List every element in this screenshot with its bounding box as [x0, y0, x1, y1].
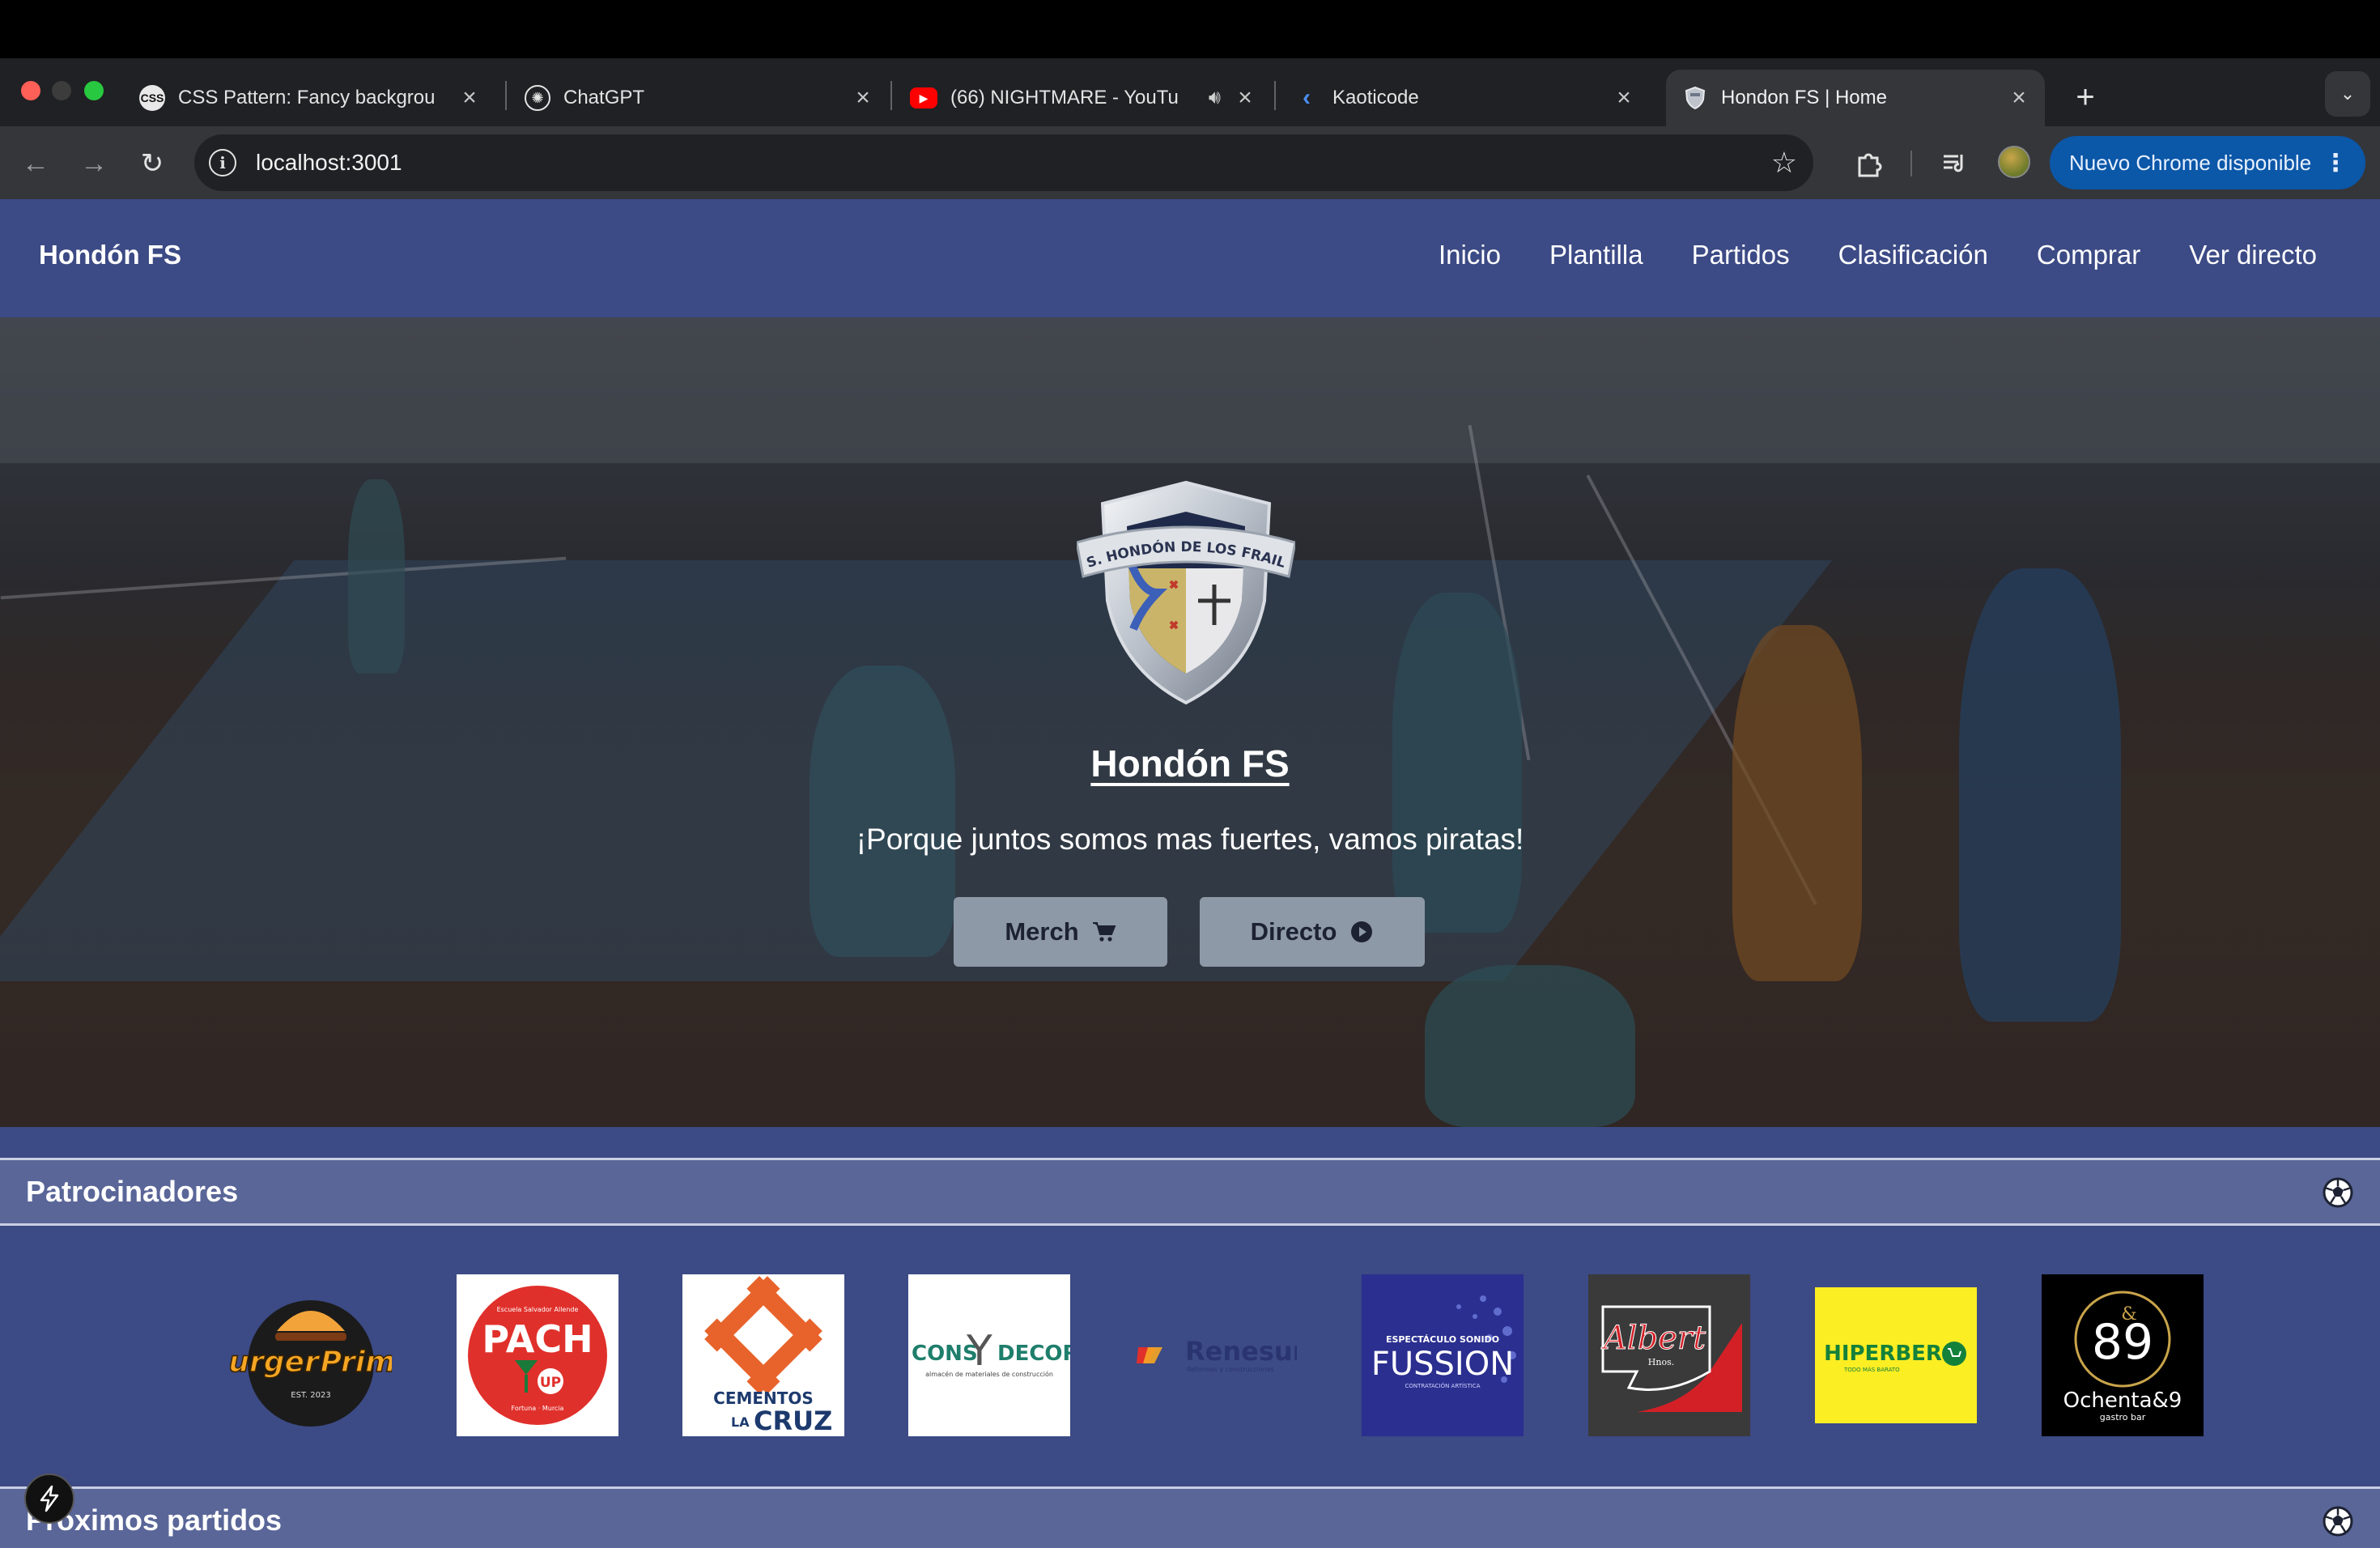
sponsor-cementos-la-cruz-logo[interactable]: CEMENTOS LA CRUZ	[682, 1274, 844, 1436]
matches-header[interactable]: Próximos partidos	[0, 1486, 2380, 1548]
svg-text:EST. 2023: EST. 2023	[291, 1391, 330, 1400]
svg-text:almacén de materiales de const: almacén de materiales de construcción	[925, 1370, 1053, 1378]
svg-text:gastro bar: gastro bar	[2100, 1412, 2146, 1423]
tab-separator	[890, 81, 892, 110]
svg-text:TODO MÁS BARATO: TODO MÁS BARATO	[1843, 1366, 1900, 1373]
tab-separator	[505, 81, 507, 110]
tab-youtube[interactable]: ▶ (66) NIGHTMARE - YouTu 🔊︎ ×	[894, 70, 1271, 126]
sponsors-header[interactable]: Patrocinadores	[0, 1158, 2380, 1226]
sponsor-ochenta-nueve-logo[interactable]: 89 & Ochenta&9 gastro bar	[2042, 1274, 2204, 1436]
bookmark-star-icon[interactable]: ☆	[1771, 146, 1797, 180]
sponsor-consydecor-logo[interactable]: CONS Y DECOR almacén de materiales de co…	[908, 1274, 1070, 1436]
svg-text:PACH: PACH	[482, 1317, 593, 1361]
nav-link-ver-directo[interactable]: Ver directo	[2189, 240, 2317, 270]
extensions-icon[interactable]	[1847, 142, 1889, 185]
svg-text:Hnos.: Hnos.	[1648, 1357, 1674, 1367]
club-crest-logo: CFS. HONDÓN DE LOS FRAILES	[1077, 479, 1295, 705]
tab-hondon-fs[interactable]: Hondon FS | Home ×	[1666, 70, 2045, 126]
svg-text:CONTRATACIÓN ARTÍSTICA: CONTRATACIÓN ARTÍSTICA	[1405, 1382, 1481, 1389]
window-minimize-button[interactable]	[52, 81, 71, 100]
forward-button[interactable]: →	[73, 142, 115, 185]
lightning-icon	[40, 1485, 59, 1512]
sponsor-hiperber-logo[interactable]: HIPERBER TODO MÁS BARATO	[1815, 1274, 1977, 1436]
tab-close-icon[interactable]: ×	[1229, 84, 1261, 112]
chrome-update-button[interactable]: Nuevo Chrome disponible ⋮	[2050, 136, 2365, 189]
sponsors-title: Patrocinadores	[26, 1175, 239, 1208]
sponsor-pach-up-logo[interactable]: Escuela Salvador Allende PACH UP Fortuna…	[457, 1274, 618, 1436]
tab-kaoticode[interactable]: ‹ Kaoticode ×	[1277, 70, 1650, 126]
svg-text:ESPECTÁCULO SONIDO: ESPECTÁCULO SONIDO	[1386, 1334, 1499, 1345]
sponsor-renesur-logo[interactable]: Renesur Reformas y construcciones	[1135, 1274, 1297, 1436]
window-zoom-button[interactable]	[84, 81, 104, 100]
sponsor-burger-prime-logo[interactable]: BurgerPrime EST. 2023	[230, 1274, 392, 1436]
tab-close-icon[interactable]: ×	[1608, 84, 1640, 112]
site-brand[interactable]: Hondón FS	[39, 240, 181, 270]
svg-text:Albert: Albert	[1600, 1320, 1706, 1357]
svg-text:Fortuna · Murcia: Fortuna · Murcia	[512, 1405, 564, 1412]
sponsor-albert-hnos-logo[interactable]: Albert Hnos.	[1588, 1274, 1750, 1436]
url-text[interactable]: localhost:3001	[256, 150, 402, 176]
svg-text:LA: LA	[731, 1414, 750, 1430]
toolbar-divider	[1910, 151, 1912, 176]
nav-links: Inicio Plantilla Partidos Clasificación …	[1439, 240, 2317, 270]
svg-text:&: &	[2121, 1304, 2137, 1325]
tab-close-icon[interactable]: ×	[453, 84, 486, 112]
webpage: Hondón FS Inicio Plantilla Partidos Clas…	[0, 199, 2380, 1548]
tab-close-icon[interactable]: ×	[2003, 84, 2035, 112]
window-close-button[interactable]	[21, 81, 40, 100]
hero-subtitle: ¡Porque juntos somos mas fuertes, vamos …	[856, 823, 1524, 856]
new-tab-button[interactable]: +	[2063, 74, 2108, 120]
svg-text:Reformas y construcciones: Reformas y construcciones	[1187, 1366, 1274, 1373]
soccer-ball-icon	[2323, 1506, 2353, 1537]
svg-text:BurgerPrime: BurgerPrime	[230, 1346, 392, 1379]
play-circle-icon	[1351, 921, 1373, 942]
hero-section: CFS. HONDÓN DE LOS FRAILES Hondón FS ¡Po…	[0, 317, 2380, 1127]
reload-button[interactable]: ↻	[131, 142, 173, 185]
tab-css-pattern[interactable]: CSS CSS Pattern: Fancy backgrou ×	[123, 70, 495, 126]
svg-text:FUSSION: FUSSION	[1371, 1346, 1514, 1383]
more-menu-icon[interactable]: ⋮	[2323, 149, 2348, 177]
svg-text:Y: Y	[966, 1327, 992, 1376]
media-control-icon[interactable]	[1933, 142, 1975, 185]
merch-button[interactable]: Merch	[954, 897, 1167, 967]
hero-overlay	[0, 317, 2380, 1127]
svg-text:Escuela Salvador Allende: Escuela Salvador Allende	[497, 1306, 579, 1313]
svg-text:DECOR: DECOR	[997, 1342, 1070, 1366]
dev-tools-lightning-button[interactable]	[24, 1474, 74, 1524]
svg-text:Ochenta&9: Ochenta&9	[2063, 1389, 2182, 1413]
nav-link-inicio[interactable]: Inicio	[1439, 240, 1501, 270]
speaker-icon[interactable]: 🔊︎	[1209, 87, 1221, 109]
tab-chatgpt[interactable]: ✺ ChatGPT ×	[508, 70, 889, 126]
svg-text:CRUZ: CRUZ	[754, 1406, 832, 1436]
back-button[interactable]: ←	[15, 142, 57, 185]
youtube-icon: ▶	[910, 87, 937, 108]
site-info-icon[interactable]: i	[209, 149, 236, 176]
svg-text:HIPERBER: HIPERBER	[1824, 1342, 1942, 1366]
os-menu-bar	[0, 0, 2380, 58]
sponsor-fussion-logo[interactable]: ESPECTÁCULO SONIDO FUSSION CONTRATACIÓN …	[1362, 1274, 1524, 1436]
site-navbar: Hondón FS Inicio Plantilla Partidos Clas…	[0, 199, 2380, 317]
css-pattern-icon: CSS	[139, 85, 165, 111]
svg-text:Renesur: Renesur	[1185, 1336, 1297, 1367]
kaoticode-icon: ‹	[1303, 84, 1311, 111]
tab-separator	[1274, 81, 1276, 110]
address-bar[interactable]: i localhost:3001 ☆	[194, 134, 1813, 191]
nav-link-plantilla[interactable]: Plantilla	[1549, 240, 1643, 270]
chatgpt-icon: ✺	[525, 85, 550, 111]
tab-close-icon[interactable]: ×	[847, 84, 879, 112]
svg-text:UP: UP	[540, 1375, 561, 1391]
shield-icon	[1682, 85, 1708, 111]
directo-button[interactable]: Directo	[1200, 897, 1425, 967]
hero-title[interactable]: Hondón FS	[0, 742, 2380, 785]
soccer-ball-icon	[2323, 1177, 2353, 1208]
nav-link-partidos[interactable]: Partidos	[1692, 240, 1790, 270]
nav-link-clasificacion[interactable]: Clasificación	[1838, 240, 1988, 270]
nav-link-comprar[interactable]: Comprar	[2037, 240, 2140, 270]
tab-search-button[interactable]: ⌄	[2325, 71, 2370, 117]
cart-icon	[1092, 922, 1116, 942]
profile-avatar[interactable]	[1998, 146, 2030, 178]
